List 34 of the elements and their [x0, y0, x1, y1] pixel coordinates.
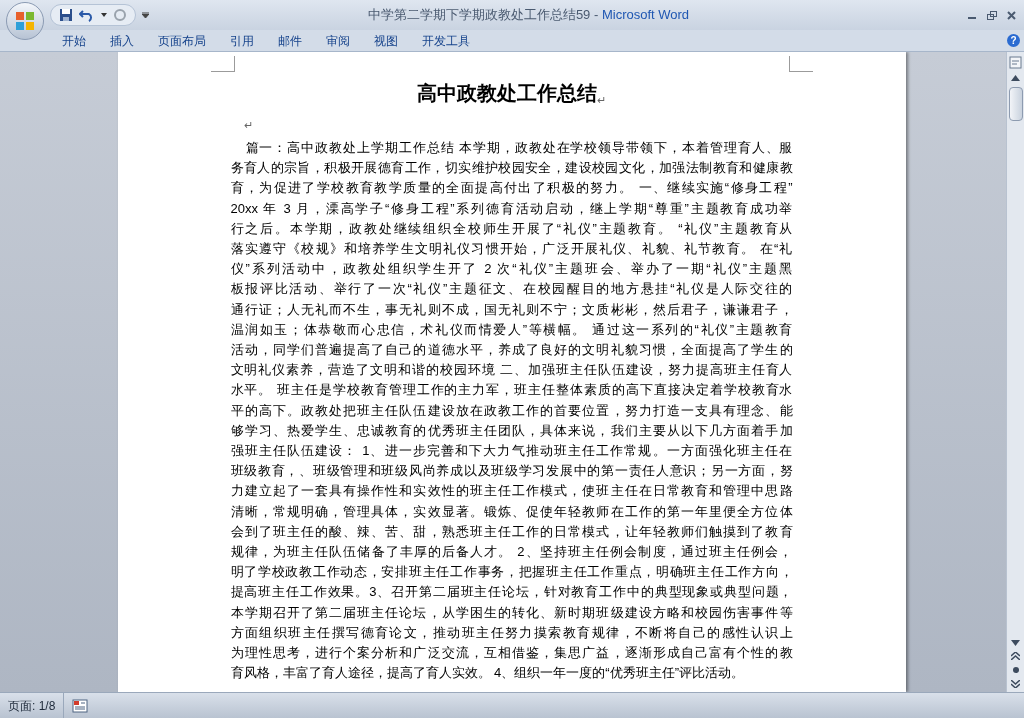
help-icon[interactable]: ?	[1007, 34, 1020, 47]
document-title: 高中政教处工作总结	[417, 80, 597, 107]
paragraph-mark: ↵	[597, 93, 606, 108]
margin-mark	[210, 56, 235, 72]
ruler-toggle-icon[interactable]	[1009, 56, 1022, 69]
scroll-thumb[interactable]	[1008, 87, 1023, 121]
ribbon-tab[interactable]: 插入	[98, 29, 146, 52]
page-count[interactable]: 页面: 1/8	[0, 693, 65, 718]
restore-icon[interactable]	[987, 10, 997, 20]
scroll-down-icon[interactable]	[1011, 640, 1020, 646]
paragraph-mark: ↵	[244, 119, 253, 131]
margin-mark	[788, 56, 813, 72]
undo-icon[interactable]	[79, 8, 95, 22]
ribbon-tab[interactable]: 引用	[218, 29, 266, 52]
browse-object-icon[interactable]	[1011, 666, 1020, 674]
ribbon-tab[interactable]: 视图	[362, 29, 410, 52]
ribbon-tab[interactable]: 开始	[50, 29, 98, 52]
vertical-scrollbar[interactable]	[1006, 52, 1024, 692]
body-paragraph: 篇一：高中政教处上学期工作总结 本学期，政教处在学校领导带领下，本着管理育人、服 务育人的宗旨，积极开展德育工作，切实维护校园安全，建设校园文化，加强法制教育和健康教 育，为促进了学校教育教学质量的全面提高付出了积极的努力。 一、继续实施“修身工程” 20xx 年 3 月，溧高学子“修身工程”系列德育活动启动，继上学期“尊重”主题教育成功举 行之后。本学期，政教处继续组织全校师生开展了“礼仪”主题教育。 “礼仪”主题教育从 落实遵守《校规》和培养学生文明礼仪习惯开始，广泛开展礼仪、礼貌、礼节教育。 在“礼 仪”系列活动中，政教处组织学生开了 2 次“礼仪”主题班会、举办了一期“礼仪”主题黑 板报评比活动、举行了一次“礼仪”主题征文、在校园醒目的地方悬挂“礼仪是人际交往的 通行证；人无礼而不生，事无礼则不成，国无礼则不宁；文质彬彬，然后君子，谦谦君子， 温润如玉；体恭敬而心忠信，术礼仪而情爱人”等横幅。 通过这一系列的“礼仪”主题教育 活动，同学们普遍提高了自己的道德水平，养成了良好的文明礼貌习惯，全面提高了学生的 文明礼仪素养，营造了文明和谐的校园环境 二、加强班主任队伍建设，努力提高班主任育人 水平。 班主任是学校教育管理工作的主力军，班主任整体素质的高下直接决定着学校教育水 平的高下。政教处把班主任队伍建设放在政教工作的首要位置，努力打造一支具有理念、能 够学习、热爱学生、忠诚教育的优秀班主任团队，具体来说，我们主要从以下几方面着手加 强班主任队伍建设： 1、进一步完善和下大力气推动班主任工作常规。一方面强化班主任在 班级教育，、班级管理和班级风尚养成以及班级学习发展中的第一责任人意识；另一方面，努 力建立起了一套具有操作性和实效性的班主任工作模式，使班主任在日常教育和管理中思路 清晰，常规明确，管理具体，实效显著。锻炼、促使年轻教师在工作的第一年里便全方位体 会到了班主任的酸、辣、苦、甜，熟悉班主任工作的日常模式，让年轻教师们触摸到了教育 规律，为班主任队伍储备了丰厚的后备人才。 2、坚持班主任例会制度，通过班主任例会， 明了学校政教工作动态，安排班主任工作事务，把握班主任工作重点，明确班主任工作方向， 提高班主任工作效果。3、召开第二届班主任论坛，针对教育工作中的典型现象或典型问题， 本学期召开了第二届班主任论坛，从学困生的转化、新时期班级建设方略和校园伤害事件等 方面组织班主任撰写德育论文，推动班主任努力摸索教育规律，不断将自己的感性认识上 为理性思考，进行个案分析和广泛交流，互相借鉴，集思广益，逐渐形成自己富有个性的教 育风格，丰富了育人途径，提高了育人实效。 4、组织一年一度的“优秀班主任”评比活动。	[230, 139, 793, 683]
ribbon-tab[interactable]: 邮件	[266, 29, 314, 52]
scroll-up-icon[interactable]	[1011, 75, 1020, 81]
next-page-icon[interactable]	[1011, 680, 1020, 688]
close-icon[interactable]	[1007, 10, 1016, 20]
save-icon[interactable]	[59, 8, 73, 22]
window-title: 中学第二学期下学期政教处工作总结59 - Microsoft Word	[367, 6, 690, 25]
previous-page-icon[interactable]	[1011, 652, 1020, 660]
office-logo-icon	[14, 10, 36, 32]
document-check-icon[interactable]	[72, 698, 89, 713]
customize-icon[interactable]	[142, 12, 149, 18]
ribbon-tab[interactable]: 页面布局	[146, 29, 218, 52]
ribbon-tab[interactable]: 开发工具	[410, 29, 482, 52]
ribbon-tab[interactable]: 审阅	[314, 29, 362, 52]
office-button[interactable]	[6, 2, 44, 40]
dropdown-icon[interactable]	[101, 13, 107, 17]
